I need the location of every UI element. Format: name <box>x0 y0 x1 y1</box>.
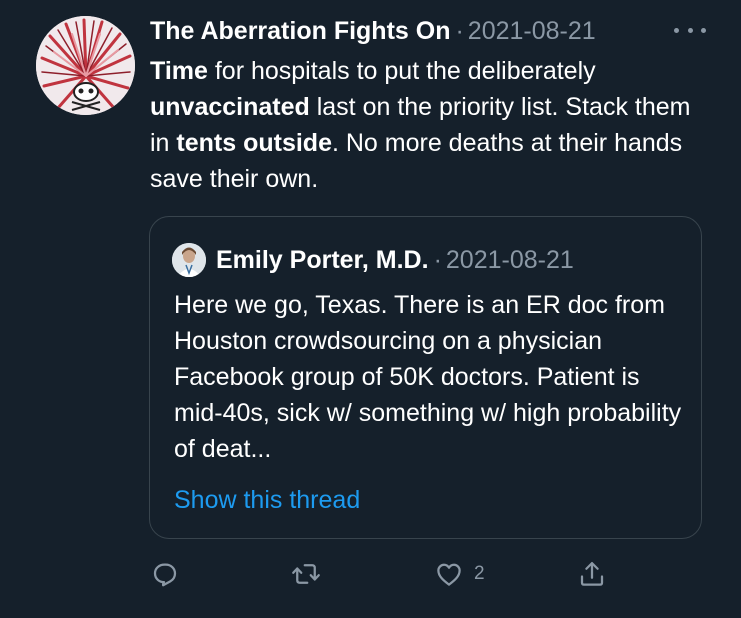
quoted-tweet-header: Emily Porter, M.D. · 2021-08-21 <box>172 243 574 277</box>
tweet-text-bold-tents: tents outside <box>176 129 332 157</box>
tweet-text-bold-unvaccinated: unvaccinated <box>150 93 310 121</box>
share-button[interactable] <box>577 556 607 592</box>
author-avatar[interactable] <box>36 16 135 115</box>
quoted-author-name: Emily Porter, M.D. <box>216 245 429 274</box>
quoted-author-avatar <box>172 243 206 277</box>
quoted-tweet[interactable]: Emily Porter, M.D. · 2021-08-21 Here we go… <box>149 216 702 539</box>
show-thread-link[interactable]: Show this thread <box>174 482 360 518</box>
tweet-body: The Aberration Fights On · 2021-08-21 Time… <box>150 12 720 197</box>
separator: · <box>455 17 464 45</box>
reply-button[interactable] <box>150 556 180 592</box>
tweet-date[interactable]: 2021-08-21 <box>468 17 596 45</box>
tweet-text: Time for hospitals to put the deliberate… <box>150 53 715 197</box>
quoted-tweet-text: Here we go, Texas. There is an ER doc fr… <box>174 291 682 463</box>
like-button[interactable]: 2 <box>434 556 485 592</box>
retweet-icon <box>292 564 320 584</box>
tweet-actions: 2 <box>148 556 618 592</box>
heart-icon <box>437 563 461 586</box>
reply-icon <box>153 563 177 587</box>
author-name[interactable]: The Aberration Fights On <box>150 17 450 45</box>
like-count: 2 <box>474 563 485 584</box>
tweet-text-bold-time: Time <box>150 57 208 85</box>
tweet-text-part: for hospitals to put the deliberately <box>207 57 596 85</box>
tweet-header: The Aberration Fights On · 2021-08-21 <box>150 12 720 50</box>
separator: · <box>433 245 442 274</box>
share-icon <box>580 562 604 586</box>
quoted-tweet-date: 2021-08-21 <box>445 245 574 274</box>
more-options-icon[interactable] <box>674 23 706 37</box>
retweet-button[interactable] <box>291 556 321 592</box>
